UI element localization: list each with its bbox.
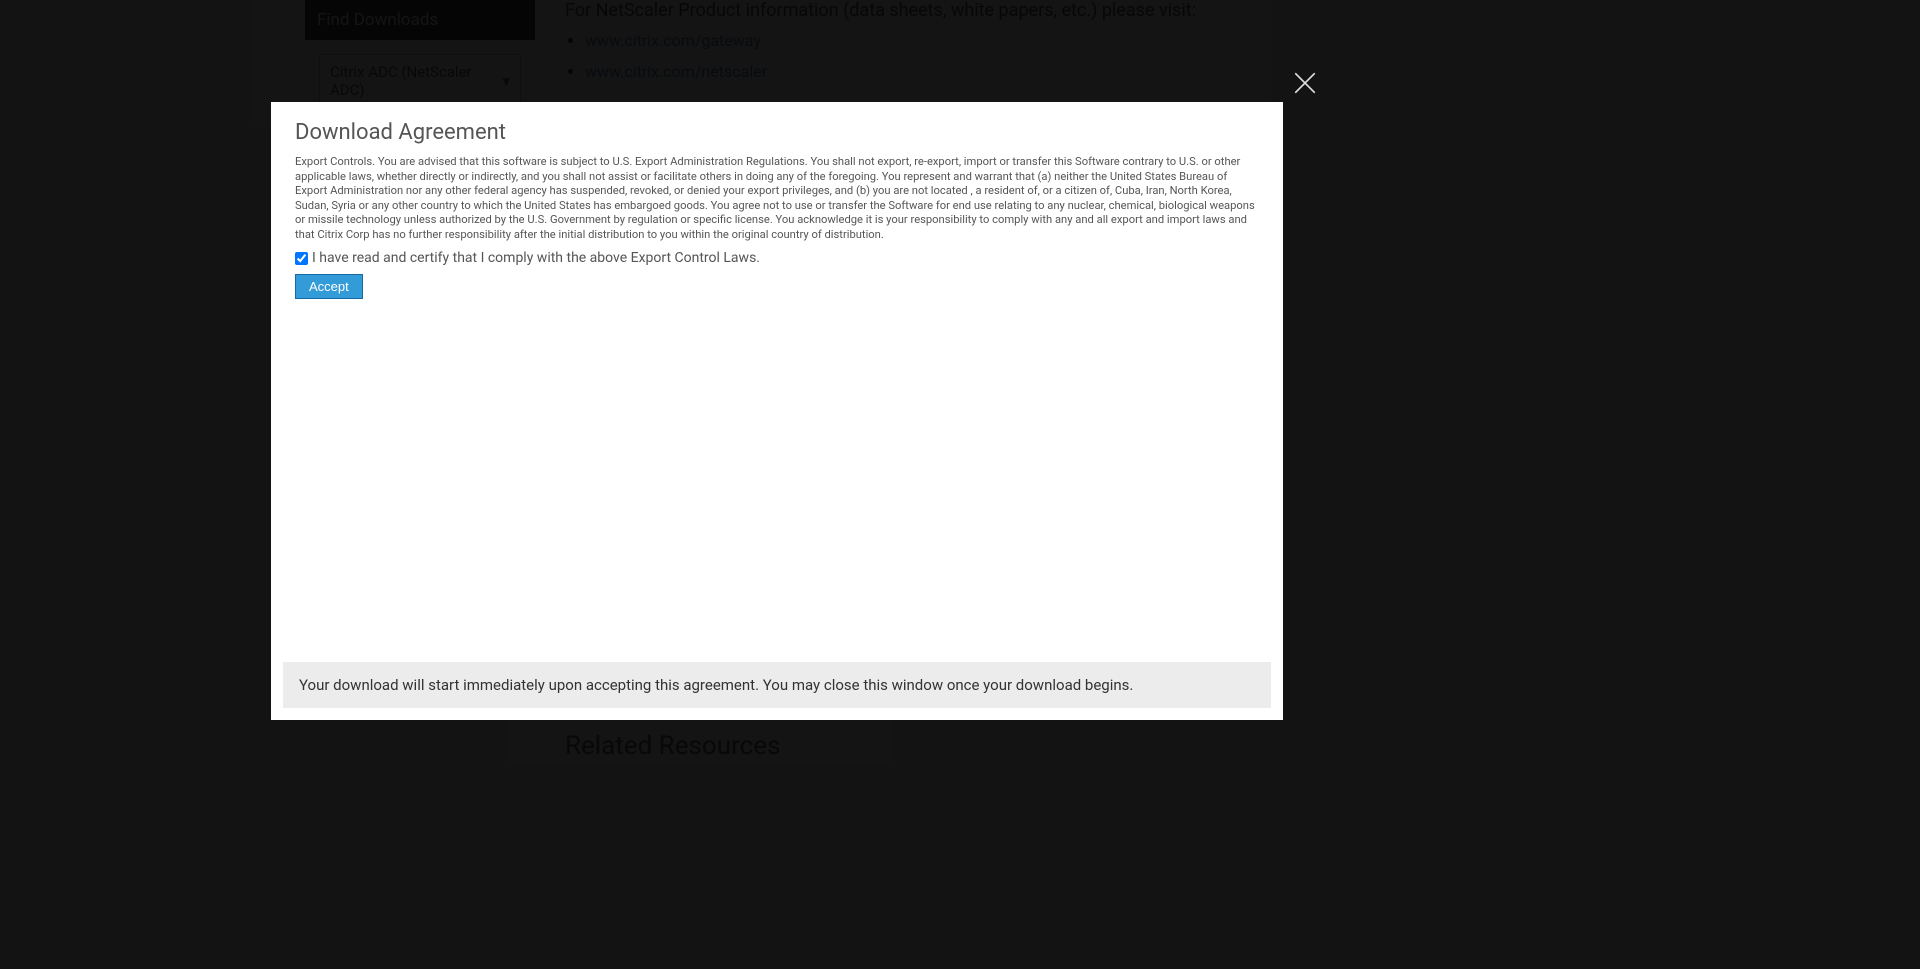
certify-row[interactable]: I have read and certify that I comply wi… <box>295 250 1259 266</box>
close-icon[interactable] <box>1292 70 1318 96</box>
certify-checkbox[interactable] <box>295 252 308 265</box>
modal-footer: Your download will start immediately upo… <box>283 662 1271 708</box>
accept-button[interactable]: Accept <box>295 274 363 299</box>
modal-title: Download Agreement <box>295 120 1259 145</box>
download-agreement-modal: Download Agreement Export Controls. You … <box>271 102 1283 720</box>
modal-body[interactable]: Download Agreement Export Controls. You … <box>271 102 1283 650</box>
export-controls-text: Export Controls. You are advised that th… <box>295 155 1259 242</box>
certify-label: I have read and certify that I comply wi… <box>312 250 760 266</box>
